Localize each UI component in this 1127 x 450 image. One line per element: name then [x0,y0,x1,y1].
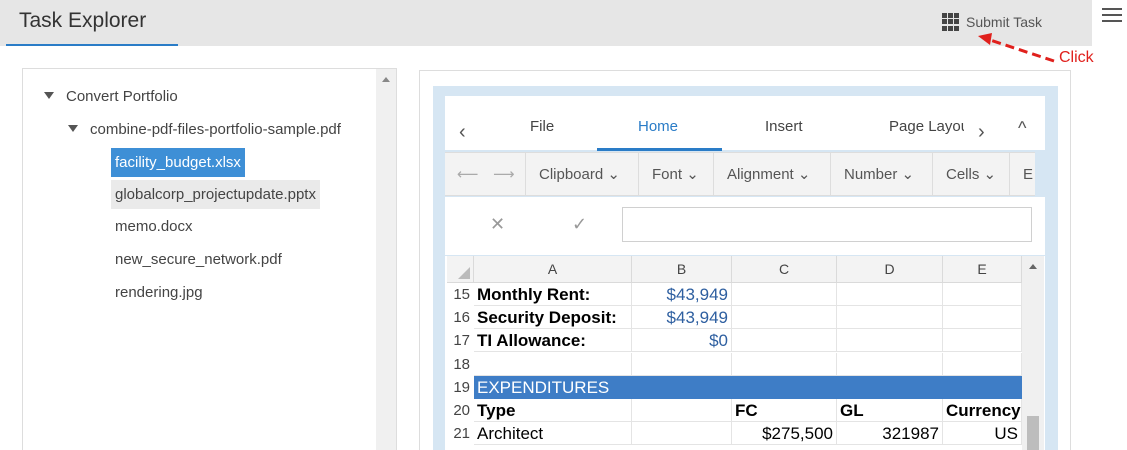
cell-e16[interactable] [943,306,1022,329]
scroll-up-icon[interactable] [1029,264,1037,269]
file-item[interactable]: rendering.jpg [111,278,207,307]
ribbon-command-row: ⟵ ⟶ Clipboard ⌄ Font ⌄ Alignment ⌄ Numbe… [445,152,1035,196]
cell-b17[interactable]: $0 [632,329,732,352]
formula-input[interactable] [622,207,1032,242]
cell-d17[interactable] [837,329,943,352]
undo-icon[interactable]: ⟵ [457,165,479,183]
group-clipboard[interactable]: Clipboard ⌄ [525,153,620,195]
group-cells-label: Cells [946,166,980,183]
formula-cancel-icon[interactable]: ✕ [490,214,505,235]
cell-b18[interactable] [632,353,732,376]
column-header[interactable]: D [837,256,943,283]
column-header[interactable]: B [632,256,732,283]
file-item[interactable]: facility_budget.xlsx [111,148,245,177]
ribbon-collapse-icon[interactable]: ^ [1018,118,1026,139]
chevron-down-icon: ⌄ [901,166,915,183]
row-number[interactable]: 20 [447,399,474,422]
cell-c16[interactable] [732,306,837,329]
cell-a18[interactable] [474,353,632,376]
cell-e15[interactable] [943,283,1022,306]
cell-c18[interactable] [732,353,837,376]
submit-task-label: Submit Task [966,14,1042,30]
scroll-up-icon[interactable] [382,77,390,82]
tab-home[interactable]: Home [638,96,678,150]
cell-d20[interactable]: GL [837,399,943,422]
tab-file[interactable]: File [530,96,554,150]
grid-icon [942,13,960,31]
hamburger-menu-icon[interactable] [1102,8,1122,24]
row-number[interactable]: 19 [447,376,474,399]
cell-a16[interactable]: Security Deposit: [474,306,632,329]
row-number[interactable]: 15 [447,283,474,306]
cell-e20[interactable]: Currency [943,399,1022,422]
cell-a20[interactable]: Type [474,399,632,422]
tab-page-layout[interactable]: Page Layou [889,96,964,150]
expenditures-header-band[interactable]: EXPENDITURES [474,376,1022,399]
cell-b16[interactable]: $43,949 [632,306,732,329]
cell-c17[interactable] [732,329,837,352]
scrollbar-thumb[interactable] [1027,416,1039,450]
tab-insert[interactable]: Insert [765,96,803,150]
tree-scrollbar[interactable] [376,69,396,450]
expand-triangle-icon[interactable] [44,92,54,99]
group-alignment[interactable]: Alignment ⌄ [713,153,810,195]
group-font[interactable]: Font ⌄ [638,153,699,195]
app-header: Task Explorer Submit Task [0,0,1092,46]
cell-c15[interactable] [732,283,837,306]
cell-c20[interactable]: FC [732,399,837,422]
cell-d16[interactable] [837,306,943,329]
submit-task-button[interactable]: Submit Task [942,13,1042,31]
redo-icon[interactable]: ⟶ [493,165,515,183]
app-title: Task Explorer [19,9,147,32]
row-number[interactable]: 17 [447,329,474,352]
group-number[interactable]: Number ⌄ [830,153,914,195]
active-tab-underline [597,148,722,151]
group-editing[interactable]: E [1009,153,1035,195]
cell-d15[interactable] [837,283,943,306]
ribbon-next-icon[interactable]: › [978,121,985,144]
column-header[interactable]: A [474,256,632,283]
chevron-down-icon: ⌄ [797,166,811,183]
cell-e21[interactable]: US [943,422,1022,445]
tree-root-node[interactable]: Convert Portfolio [44,88,178,105]
chevron-down-icon: ⌄ [686,166,699,183]
click-annotation-label: Click [1059,49,1094,66]
group-clipboard-label: Clipboard [539,166,604,183]
group-font-label: Font [652,166,683,183]
cell-d18[interactable] [837,353,943,376]
cell-b15[interactable]: $43,949 [632,283,732,306]
group-alignment-label: Alignment [727,166,794,183]
tree-folder-label: combine-pdf-files-portfolio-sample.pdf [90,121,341,138]
row-number[interactable]: 16 [447,306,474,329]
row-number[interactable]: 18 [447,353,474,376]
cell-a15[interactable]: Monthly Rent: [474,283,632,306]
cell-a21[interactable]: Architect [474,422,632,445]
ribbon-prev-icon[interactable]: ‹ [459,121,466,144]
column-header[interactable]: E [943,256,1022,283]
group-number-label: Number [844,166,898,183]
file-item[interactable]: new_secure_network.pdf [111,245,286,274]
cell-b21[interactable] [632,422,732,445]
tree-root-label: Convert Portfolio [66,88,178,105]
chevron-down-icon: ⌄ [607,166,620,183]
cell-e18[interactable] [943,353,1022,376]
expand-triangle-icon[interactable] [68,125,78,132]
cell-b20[interactable] [632,399,732,422]
column-header[interactable]: C [732,256,837,283]
file-item[interactable]: memo.docx [111,212,197,241]
tree-folder-node[interactable]: combine-pdf-files-portfolio-sample.pdf [68,121,341,138]
select-all-corner[interactable] [447,256,474,283]
cell-c21[interactable]: $275,500 [732,422,837,445]
file-item[interactable]: globalcorp_projectupdate.pptx [111,180,320,209]
cell-a17[interactable]: TI Allowance: [474,329,632,352]
cell-e17[interactable] [943,329,1022,352]
chevron-down-icon: ⌄ [983,166,997,183]
title-underline [6,44,178,46]
group-cells[interactable]: Cells ⌄ [932,153,996,195]
row-number[interactable]: 21 [447,422,474,445]
sheet-scrollbar[interactable] [1022,256,1044,450]
cell-d21[interactable]: 321987 [837,422,943,445]
formula-confirm-icon[interactable]: ✓ [572,214,587,235]
group-editing-label: E [1023,166,1034,183]
